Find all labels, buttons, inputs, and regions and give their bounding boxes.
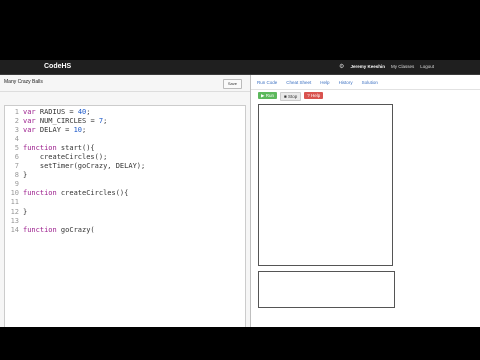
tab-divider — [251, 89, 480, 90]
user-name-link[interactable]: Jeremy Keeshin — [350, 62, 385, 72]
tab-history[interactable]: History — [339, 80, 353, 85]
program-title-row: Many Crazy Balls Save — [0, 75, 250, 92]
navbar-right: ⚙ Jeremy Keeshin My Classes Logout — [339, 62, 434, 72]
line-number: 6 — [14, 153, 19, 162]
line-number: 12 — [10, 207, 19, 216]
line-number: 10 — [10, 189, 19, 198]
stop-button[interactable]: ■ Stop — [279, 92, 302, 101]
save-button[interactable]: Save — [222, 79, 242, 89]
my-classes-link[interactable]: My Classes — [391, 62, 414, 72]
line-number: 14 — [10, 225, 19, 234]
program-title: Many Crazy Balls — [4, 79, 43, 85]
code-line[interactable] — [23, 180, 145, 189]
line-number: 1 — [14, 108, 19, 116]
code-line[interactable]: function start(){ — [23, 144, 145, 153]
run-button[interactable]: ▶ Run — [258, 92, 277, 99]
help-label: Help — [310, 93, 321, 98]
line-number: 2 — [14, 117, 19, 126]
output-console[interactable] — [258, 271, 395, 308]
top-navbar: CodeHS ⚙ Jeremy Keeshin My Classes Logou… — [0, 60, 480, 75]
output-panel: Run Code Cheat Sheet Help History Solution ▶… — [251, 75, 480, 327]
line-number: 8 — [14, 171, 19, 180]
code-line[interactable]: var NUM_CIRCLES = 7; — [23, 117, 145, 126]
code-line[interactable] — [23, 135, 145, 144]
code-line[interactable]: var RADIUS = 40; — [23, 108, 145, 117]
code-line[interactable] — [23, 198, 145, 207]
code-line[interactable]: } — [23, 171, 145, 180]
tab-solution[interactable]: Solution — [362, 80, 378, 85]
codehs-app: CodeHS ⚙ Jeremy Keeshin My Classes Logou… — [0, 60, 480, 327]
code-lines[interactable]: var RADIUS = 40; var NUM_CIRCLES = 7; var … — [23, 108, 145, 235]
editor-panel: Many Crazy Balls Save 1 2 3 4 5 6 7 8 9 10 11 12 13 1… — [0, 75, 251, 327]
run-label: Run — [265, 93, 274, 98]
line-number-gutter: 1 2 3 4 5 6 7 8 9 10 11 12 13 14 — [5, 108, 21, 235]
brand-logo[interactable]: CodeHS — [44, 62, 71, 72]
line-number: 3 — [14, 126, 19, 135]
run-controls: ▶ Run ■ Stop ? Help — [258, 92, 324, 101]
stop-label: Stop — [287, 94, 298, 99]
line-number: 9 — [14, 180, 19, 189]
line-number: 11 — [10, 198, 19, 207]
output-tabs: Run Code Cheat Sheet Help History Solution — [257, 80, 378, 85]
gear-icon[interactable]: ⚙ — [339, 62, 344, 72]
logout-link[interactable]: Logout — [420, 62, 434, 72]
tab-run-code[interactable]: Run Code — [257, 80, 277, 85]
code-line[interactable] — [23, 217, 145, 226]
help-button[interactable]: ? Help — [304, 92, 324, 99]
line-number: 4 — [14, 135, 19, 144]
line-number: 7 — [14, 162, 19, 171]
graphics-canvas[interactable] — [258, 104, 393, 266]
line-number: 13 — [10, 216, 19, 225]
code-line[interactable]: function createCircles(){ — [23, 189, 145, 198]
line-number: 5 — [14, 144, 19, 153]
code-line[interactable]: var DELAY = 10; — [23, 126, 145, 135]
code-line[interactable]: } — [23, 208, 145, 217]
code-editor[interactable]: 1 2 3 4 5 6 7 8 9 10 11 12 13 14 var RADIUS = 40; var … — [4, 105, 246, 327]
code-line[interactable]: setTimer(goCrazy, DELAY); — [23, 162, 145, 171]
tab-help[interactable]: Help — [320, 80, 329, 85]
code-line[interactable]: createCircles(); — [23, 153, 145, 162]
tab-cheat-sheet[interactable]: Cheat Sheet — [286, 80, 311, 85]
code-line[interactable]: function goCrazy( — [23, 226, 145, 235]
